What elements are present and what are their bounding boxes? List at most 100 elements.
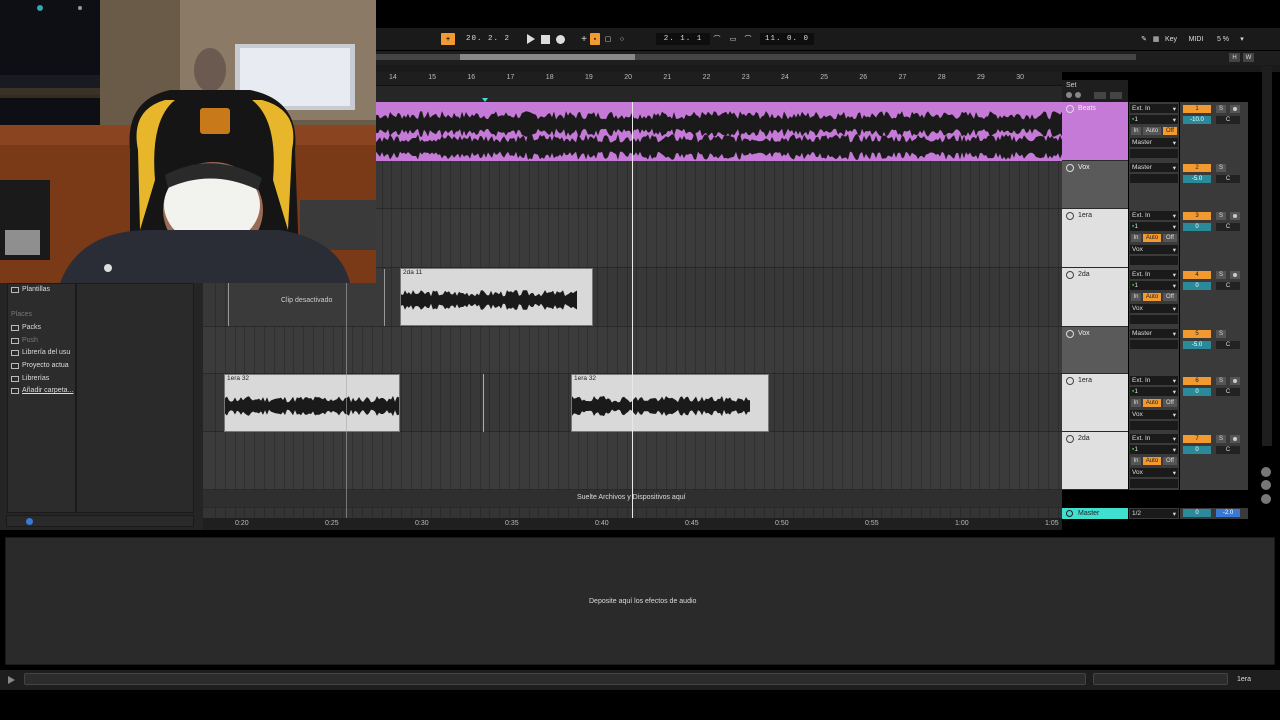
volume-field[interactable]: -5.0: [1183, 175, 1211, 183]
fold-icon[interactable]: [1066, 510, 1073, 517]
solo-button[interactable]: S: [1216, 330, 1226, 338]
input-channel-select[interactable]: ▪ 1 ▾: [1130, 445, 1178, 454]
pan-field[interactable]: C: [1216, 116, 1240, 124]
stop-button[interactable]: [539, 33, 551, 45]
play-button[interactable]: [524, 33, 536, 45]
arrangement-overview[interactable]: H W: [376, 51, 1280, 65]
fold-icon[interactable]: [1066, 435, 1074, 443]
playhead[interactable]: [632, 102, 633, 518]
input-type-select[interactable]: Master ▾: [1130, 163, 1178, 172]
input-channel-select[interactable]: ▪ 1 ▾: [1130, 115, 1178, 124]
capture-button[interactable]: ▢: [603, 33, 613, 45]
input-channel-select[interactable]: ▪ 1 ▾: [1130, 387, 1178, 396]
master-volume[interactable]: 0: [1183, 509, 1211, 517]
volume-field[interactable]: 0: [1183, 223, 1211, 231]
wide-button[interactable]: W: [1243, 53, 1254, 62]
track-activator[interactable]: 6: [1183, 377, 1211, 385]
monitor-auto-button[interactable]: Auto: [1143, 399, 1161, 407]
expand-icon[interactable]: [6, 675, 16, 685]
clip-1era-a[interactable]: 1era 32: [224, 374, 400, 432]
pan-field[interactable]: C: [1216, 446, 1240, 454]
solo-button[interactable]: S: [1216, 377, 1226, 385]
loop-start-display[interactable]: 2. 1. 1: [656, 33, 710, 45]
track-header[interactable]: Vox: [1062, 161, 1128, 209]
master-pan[interactable]: -2.0: [1216, 509, 1240, 517]
monitor-in-button[interactable]: In: [1131, 399, 1141, 407]
track-header[interactable]: Beats: [1062, 102, 1128, 161]
fold-icon[interactable]: [1066, 271, 1074, 279]
fold-icon[interactable]: [1066, 164, 1074, 172]
monitor-auto-button[interactable]: Auto: [1143, 293, 1161, 301]
tap-tempo-button[interactable]: +: [441, 33, 455, 45]
pan-field[interactable]: C: [1216, 388, 1240, 396]
back-to-arrangement-button[interactable]: [1110, 92, 1122, 99]
track-header[interactable]: 1era: [1062, 374, 1128, 432]
arm-button[interactable]: [1230, 271, 1240, 279]
output-select[interactable]: Vox ▾: [1130, 245, 1178, 254]
solo-button[interactable]: S: [1216, 271, 1226, 279]
track-header[interactable]: 1era: [1062, 209, 1128, 268]
loop-length-display[interactable]: 11. 0. 0: [760, 33, 814, 45]
io-toggle-icon[interactable]: [1261, 467, 1271, 477]
output-channel-select[interactable]: [1130, 479, 1178, 488]
volume-field[interactable]: -5.0: [1183, 341, 1211, 349]
volume-field[interactable]: 0: [1183, 446, 1211, 454]
browser-category[interactable]: Añadir carpeta...: [11, 387, 73, 394]
device-view[interactable]: Deposite aquí los efectos de audio: [5, 537, 1275, 665]
cpu-dropdown[interactable]: ▾: [1238, 33, 1246, 45]
master-track-header[interactable]: Master: [1062, 508, 1128, 519]
input-type-select[interactable]: Ext. In ▾: [1130, 104, 1178, 113]
input-channel-select[interactable]: [1130, 340, 1178, 349]
clip-2da[interactable]: 2da 11: [400, 268, 593, 326]
mixer-toggle-icon[interactable]: [1261, 494, 1271, 504]
track-activator[interactable]: 1: [1183, 105, 1211, 113]
overdub-button[interactable]: +: [579, 33, 589, 45]
output-channel-select[interactable]: [1130, 421, 1178, 430]
input-channel-select[interactable]: ▪ 1 ▾: [1130, 281, 1178, 290]
fold-icon[interactable]: [1066, 105, 1074, 113]
output-channel-select[interactable]: [1130, 315, 1178, 324]
output-select[interactable]: Vox ▾: [1130, 468, 1178, 477]
input-type-select[interactable]: Master ▾: [1130, 329, 1178, 338]
master-output-select[interactable]: 1/2 ▾: [1130, 509, 1178, 518]
monitor-off-button[interactable]: Off: [1163, 127, 1177, 135]
overview-viewport[interactable]: [460, 54, 635, 60]
punch-in-button[interactable]: ⌒: [712, 33, 722, 45]
position-display[interactable]: 20. 2. 2: [464, 33, 512, 45]
fold-icon[interactable]: [1066, 330, 1074, 338]
clip-1era-b[interactable]: 1era 32: [571, 374, 769, 432]
next-locator-icon[interactable]: [1075, 92, 1081, 98]
arm-button[interactable]: [1230, 212, 1240, 220]
keyboard-button[interactable]: ▦: [1151, 33, 1161, 45]
arm-button[interactable]: [1230, 435, 1240, 443]
browser-category[interactable]: Librería del usu: [11, 349, 70, 356]
track-header[interactable]: 2da: [1062, 432, 1128, 490]
key-map-button[interactable]: Key: [1162, 33, 1180, 45]
solo-button[interactable]: S: [1216, 164, 1226, 172]
input-type-select[interactable]: Ext. In ▾: [1130, 434, 1178, 443]
input-type-select[interactable]: Ext. In ▾: [1130, 211, 1178, 220]
browser-category[interactable]: Proyecto actua: [11, 362, 69, 369]
volume-field[interactable]: 0: [1183, 388, 1211, 396]
solo-button[interactable]: S: [1216, 212, 1226, 220]
solo-button[interactable]: S: [1216, 435, 1226, 443]
browser-category[interactable]: Librerías: [11, 375, 49, 382]
loop-button[interactable]: ○: [617, 33, 627, 45]
monitor-off-button[interactable]: Off: [1163, 293, 1177, 301]
sends-toggle-icon[interactable]: [1261, 480, 1271, 490]
track-activator[interactable]: 7: [1183, 435, 1211, 443]
pan-field[interactable]: C: [1216, 341, 1240, 349]
track-activator[interactable]: 4: [1183, 271, 1211, 279]
monitor-off-button[interactable]: Off: [1163, 234, 1177, 242]
input-channel-select[interactable]: [1130, 174, 1178, 183]
monitor-auto-button[interactable]: Auto: [1143, 127, 1161, 135]
browser-category[interactable]: Plantillas: [11, 286, 50, 293]
punch-out-button[interactable]: ⌒: [743, 33, 753, 45]
volume-field[interactable]: -10.0: [1183, 116, 1211, 124]
fold-icon[interactable]: [1066, 377, 1074, 385]
add-locator-icon[interactable]: [1066, 92, 1072, 98]
track-header[interactable]: Vox: [1062, 327, 1128, 374]
track-activator[interactable]: 3: [1183, 212, 1211, 220]
output-select[interactable]: Master ▾: [1130, 138, 1178, 147]
monitor-off-button[interactable]: Off: [1163, 457, 1177, 465]
